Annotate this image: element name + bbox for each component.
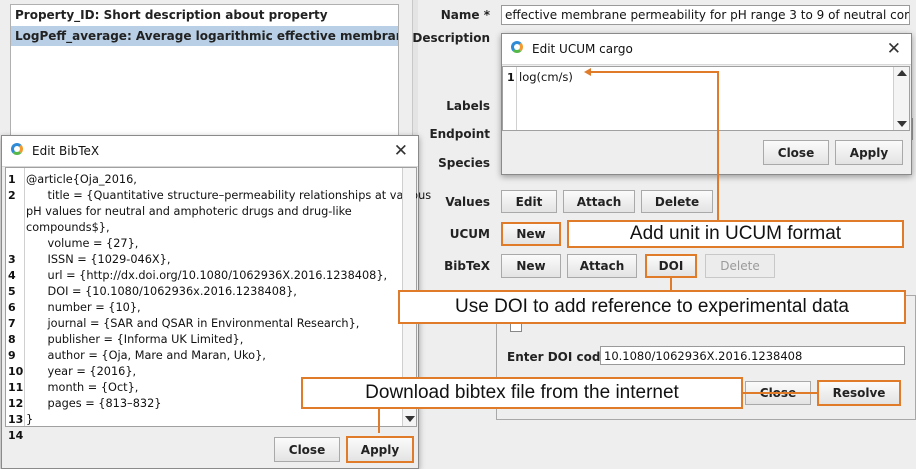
app-logo-icon xyxy=(11,143,23,155)
species-label: Species xyxy=(438,156,490,170)
bibtex-line-number xyxy=(8,236,24,252)
ucum-close-button[interactable]: Close xyxy=(763,140,829,165)
ucum-dialog: Edit UCUM cargo ✕ 1 log(cm/s) Close Appl… xyxy=(501,33,912,175)
bibtex-line-number: 3 xyxy=(8,253,16,266)
bibtex-code-line[interactable]: journal = {SAR and QSAR in Environmental… xyxy=(26,316,396,332)
bibtex-line-number: 13 xyxy=(8,413,24,426)
bibtex-line-number: 2 xyxy=(8,189,16,202)
property-list-item-selected[interactable]: LogPeff_average: Average logarithmic eff… xyxy=(11,26,398,46)
ucum-connector-h xyxy=(589,71,718,73)
doi-resolve-button[interactable]: Resolve xyxy=(817,380,901,406)
ucum-dialog-title: Edit UCUM cargo xyxy=(532,42,633,56)
bibtex-line-number xyxy=(8,220,24,236)
bibtex-doi-button[interactable]: DOI xyxy=(645,254,697,278)
close-icon[interactable]: ✕ xyxy=(394,141,408,161)
bibtex-code-line[interactable]: DOI = {10.1080/1062936x.2016.1238408}, xyxy=(26,284,396,300)
bibtex-dialog-title: Edit BibTeX xyxy=(32,144,100,158)
bibtex-code-line[interactable]: @article{Oja_2016, xyxy=(26,172,396,188)
ucum-apply-button[interactable]: Apply xyxy=(835,140,903,165)
download-callout: Download bibtex file from the internet xyxy=(301,377,743,409)
bibtex-line-number: 1 xyxy=(8,173,16,186)
bibtex-line-number: 10 xyxy=(8,365,24,378)
bibtex-code-line[interactable]: } xyxy=(26,412,396,428)
endpoint-label: Endpoint xyxy=(429,127,490,141)
bibtex-line-number: 6 xyxy=(8,301,16,314)
doi-code-label: Enter DOI code: xyxy=(507,350,614,364)
name-input[interactable]: effective membrane permeability for pH r… xyxy=(501,5,910,25)
ucum-dialog-titlebar[interactable]: Edit UCUM cargo ✕ xyxy=(502,34,911,65)
bibtex-line-number: 7 xyxy=(8,317,16,330)
bibtex-gutter-divider xyxy=(24,168,25,426)
ucum-scrollbar[interactable] xyxy=(893,67,909,130)
ucum-connector-v xyxy=(717,71,719,222)
bibtex-line-number: 4 xyxy=(8,269,16,282)
bibtex-close-button[interactable]: Close xyxy=(274,437,340,462)
ucum-new-button[interactable]: New xyxy=(501,222,561,246)
values-edit-button[interactable]: Edit xyxy=(501,190,557,213)
description-label: Description xyxy=(412,31,490,45)
bibtex-label: BibTeX xyxy=(444,259,490,273)
values-attach-button[interactable]: Attach xyxy=(563,190,635,213)
bibtex-code-line[interactable]: volume = {27}, xyxy=(26,236,396,252)
ucum-editor[interactable]: 1 log(cm/s) xyxy=(502,66,910,131)
ucum-line-number: 1 xyxy=(507,71,515,84)
scroll-down-icon[interactable] xyxy=(405,416,415,422)
app-logo-icon xyxy=(511,41,523,53)
doi-callout: Use DOI to add reference to experimental… xyxy=(398,290,906,324)
property-list[interactable]: Property_ID: Short description about pro… xyxy=(10,4,399,142)
ucum-arrowhead xyxy=(584,68,591,76)
bibtex-line-number: 14 xyxy=(8,429,24,442)
bibtex-line-number xyxy=(8,204,24,220)
bibtex-line-numbers: 1 2 3 4 5 6 7 8 9 10 11 12 13 14 xyxy=(8,172,24,444)
bibtex-apply-button[interactable]: Apply xyxy=(346,436,414,463)
ucum-callout: Add unit in UCUM format xyxy=(567,220,904,248)
bibtex-dialog: Edit BibTeX ✕ 1 2 3 4 5 6 7 8 9 10 11 12 13 14 @artic… xyxy=(1,135,432,469)
download-connector-right xyxy=(740,392,818,394)
bibtex-code-line[interactable]: author = {Oja, Mare and Maran, Uko}, xyxy=(26,348,396,364)
bibtex-code-line[interactable]: url = {http://dx.doi.org/10.1080/1062936… xyxy=(26,268,396,284)
property-list-header: Property_ID: Short description about pro… xyxy=(15,8,328,22)
labels-label: Labels xyxy=(446,99,490,113)
bibtex-line-number: 8 xyxy=(8,333,16,346)
ucum-value-text[interactable]: log(cm/s) xyxy=(519,70,573,84)
bibtex-code-line[interactable]: title = {Quantitative structure–permeabi… xyxy=(26,188,432,204)
bibtex-code-line[interactable]: ISSN = {1029-046X}, xyxy=(26,252,396,268)
bibtex-dialog-titlebar[interactable]: Edit BibTeX ✕ xyxy=(2,136,418,167)
close-icon[interactable]: ✕ xyxy=(887,39,901,59)
bibtex-line-number: 5 xyxy=(8,285,16,298)
bibtex-code-line[interactable]: pH values for neutral and amphoteric dru… xyxy=(26,204,396,220)
doi-code-input[interactable]: 10.1080/1062936X.2016.1238408 xyxy=(600,346,905,365)
scroll-up-icon[interactable] xyxy=(897,70,907,76)
bibtex-line-number: 9 xyxy=(8,349,16,362)
bibtex-code-line[interactable]: compounds$}, xyxy=(26,220,396,236)
bibtex-line-number: 12 xyxy=(8,397,24,410)
ucum-gutter-divider xyxy=(516,67,517,130)
bibtex-code-line[interactable]: number = {10}, xyxy=(26,300,396,316)
bibtex-new-button[interactable]: New xyxy=(501,254,561,278)
ucum-label: UCUM xyxy=(449,227,490,241)
name-label: Name * xyxy=(440,8,490,22)
bibtex-line-number: 11 xyxy=(8,381,24,394)
scroll-down-icon[interactable] xyxy=(897,121,907,127)
bibtex-code-line[interactable]: publisher = {Informa UK Limited}, xyxy=(26,332,396,348)
bibtex-delete-button: Delete xyxy=(705,254,775,278)
bibtex-attach-button[interactable]: Attach xyxy=(567,254,637,278)
values-delete-button[interactable]: Delete xyxy=(641,190,713,213)
